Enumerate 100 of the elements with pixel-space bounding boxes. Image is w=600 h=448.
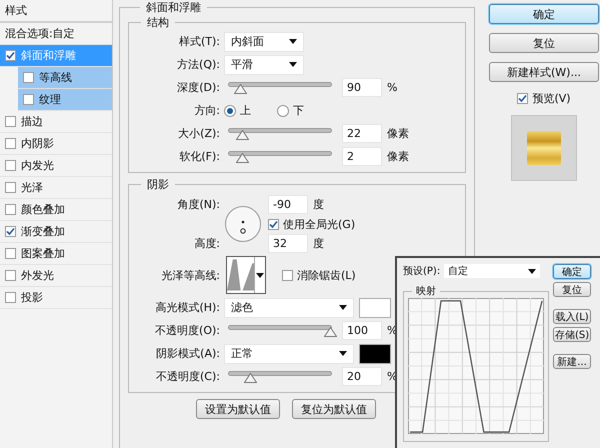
checkbox[interactable]: [5, 116, 16, 127]
value-field[interactable]: 2: [342, 147, 382, 166]
dialog-button[interactable]: 载入(L): [553, 309, 591, 324]
dialog-button[interactable]: 新建样式(W)...: [489, 62, 599, 82]
caret-icon: [339, 351, 347, 356]
checkbox[interactable]: [517, 93, 528, 104]
field-label: 高光模式(H):: [154, 300, 221, 315]
dropdown-value: 内斜面: [231, 34, 264, 49]
dropdown[interactable]: 内斜面: [224, 32, 304, 52]
field-label: 光泽等高线:: [160, 268, 221, 282]
color-swatch[interactable]: [359, 344, 391, 364]
slider-thumb[interactable]: [234, 84, 247, 94]
angle-dial-icon[interactable]: [224, 205, 262, 243]
caret-icon: [289, 39, 297, 44]
slider-thumb[interactable]: [244, 373, 257, 383]
dialog-button[interactable]: 复位: [489, 33, 599, 53]
checkbox[interactable]: [5, 160, 16, 171]
contour-curve-drawing[interactable]: [408, 298, 544, 434]
dropdown-value: 平滑: [231, 57, 253, 72]
field-label: 方向:: [193, 103, 221, 118]
dropdown[interactable]: 正常: [224, 344, 354, 364]
field-label: 方法(Q):: [176, 57, 221, 72]
style-list-item[interactable]: 图案叠加: [0, 243, 112, 265]
value-field[interactable]: 90: [342, 78, 382, 97]
checkbox-label: 消除锯齿(L): [297, 268, 356, 282]
style-list-item[interactable]: 等高线: [18, 67, 112, 89]
checkbox[interactable]: [5, 204, 16, 215]
radio-label: 上: [240, 103, 251, 118]
checkbox[interactable]: [23, 72, 34, 83]
style-list-item[interactable]: 投影: [0, 287, 112, 309]
style-list-item[interactable]: 内阴影: [0, 133, 112, 155]
slider-thumb[interactable]: [324, 327, 337, 337]
caret-icon: [289, 62, 297, 67]
style-list-item[interactable]: 纹理: [18, 89, 112, 111]
dialog-button[interactable]: 确定: [489, 4, 599, 24]
group-title: 结构: [146, 15, 170, 30]
checkbox[interactable]: [5, 226, 16, 237]
caret-icon: [528, 268, 536, 274]
field-label: 预设(P):: [403, 265, 440, 278]
dialog-button[interactable]: 确定: [553, 264, 591, 279]
dropdown-value: 正常: [231, 346, 253, 361]
slider-thumb[interactable]: [236, 130, 249, 140]
checkbox-label: 使用全局光(G): [283, 216, 356, 232]
dialog-button[interactable]: 复位为默认值: [292, 399, 376, 419]
checkbox[interactable]: [5, 248, 16, 259]
value-field[interactable]: 100: [342, 321, 382, 340]
field-label: 不透明度(O):: [154, 323, 221, 338]
field-label: 大小(Z):: [177, 126, 221, 141]
checkbox[interactable]: [5, 50, 16, 61]
checkbox[interactable]: [5, 138, 16, 149]
style-list-item[interactable]: 内发光: [0, 155, 112, 177]
color-swatch[interactable]: [359, 298, 391, 318]
checkbox[interactable]: [5, 292, 16, 303]
style-list-item[interactable]: 外发光: [0, 265, 112, 287]
field-label: 角度(N):: [176, 197, 221, 212]
section-title: 斜面和浮雕: [145, 0, 202, 15]
unit-label: 像素: [387, 126, 409, 141]
value-field[interactable]: 20: [342, 367, 382, 386]
checkbox[interactable]: [5, 182, 16, 193]
dropdown-value: 自定: [448, 264, 468, 278]
caret-icon: [256, 272, 264, 278]
style-list-item[interactable]: 光泽: [0, 177, 112, 199]
dropdown[interactable]: 平滑: [224, 54, 304, 74]
field-label: 不透明度(C):: [155, 369, 221, 384]
radio-button[interactable]: [277, 104, 289, 116]
field-label: 深度(D):: [176, 80, 221, 95]
group-title: 映射: [415, 284, 437, 298]
checkbox-label: 预览(V): [532, 91, 571, 106]
style-list-item[interactable]: 渐变叠加: [0, 221, 112, 243]
dropdown-value: 滤色: [231, 300, 253, 315]
field-label: 软化(F):: [178, 149, 221, 164]
caret-icon: [339, 305, 347, 310]
unit-label: 像素: [387, 149, 409, 164]
dialog-button[interactable]: 设置为默认值: [196, 399, 280, 419]
value-field[interactable]: -90: [268, 195, 308, 214]
radio-label: 下: [293, 103, 304, 118]
group-title: 阴影: [146, 177, 170, 192]
checkbox[interactable]: [5, 270, 16, 281]
value-field[interactable]: 32: [268, 234, 308, 253]
field-label: 样式(T):: [178, 34, 221, 49]
field-label: 高度:: [193, 236, 221, 251]
unit-label: 度: [313, 197, 324, 212]
value-field[interactable]: 22: [342, 124, 382, 143]
dialog-button[interactable]: 存储(S): [553, 327, 592, 342]
dialog-button[interactable]: 新建...: [553, 354, 591, 369]
radio-button[interactable]: [224, 104, 236, 116]
checkbox[interactable]: [282, 270, 293, 280]
dialog-button[interactable]: 复位: [553, 282, 591, 297]
dropdown[interactable]: 滤色: [224, 298, 354, 318]
style-list-item[interactable]: 颜色叠加: [0, 199, 112, 221]
unit-label: 度: [313, 236, 324, 251]
checkbox[interactable]: [268, 218, 279, 230]
contour-picker[interactable]: [226, 256, 266, 294]
checkbox[interactable]: [23, 94, 34, 105]
style-preview-drawing: [527, 131, 561, 165]
unit-label: %: [387, 81, 398, 94]
style-list-item[interactable]: 描边: [0, 111, 112, 133]
field-label: 阴影模式(A):: [155, 346, 221, 361]
dropdown[interactable]: 自定: [444, 264, 540, 278]
slider-thumb[interactable]: [236, 153, 249, 163]
